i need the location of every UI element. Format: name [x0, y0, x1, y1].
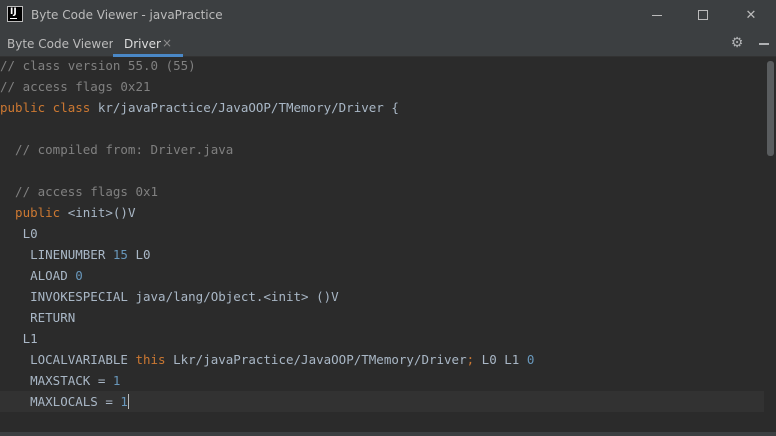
- tab-close-icon[interactable]: ×: [162, 36, 172, 50]
- code-token: // access flags 0x21: [0, 79, 151, 94]
- code-token: L0: [0, 226, 38, 241]
- code-token: this: [135, 352, 166, 367]
- code-token: Lkr/javaPractice/JavaOOP/TMemory/Driver: [165, 352, 467, 367]
- code-token: public: [0, 205, 61, 220]
- code-token: 1: [120, 394, 128, 409]
- byte-code-viewer-toolbar: Byte Code Viewer: Driver × ⚙: [0, 30, 776, 57]
- minimize-icon: [652, 14, 662, 16]
- code-line: INVOKESPECIAL java/lang/Object.<init> ()…: [0, 286, 339, 307]
- close-icon: ✕: [745, 7, 757, 23]
- scrollbar-thumb[interactable]: [767, 61, 774, 156]
- code-token: // class version 55.0 (55): [0, 58, 196, 73]
- code-token: INVOKESPECIAL java/lang/Object.<init> ()…: [0, 289, 339, 304]
- code-token: public class: [0, 100, 91, 115]
- bytecode-editor[interactable]: // class version 55.0 (55) // access flag…: [0, 57, 776, 436]
- code-token: MAXLOCALS =: [0, 394, 121, 409]
- code-line: MAXSTACK = 1: [0, 370, 120, 391]
- intellij-app-icon: IJ: [7, 6, 23, 22]
- code-line: L0: [0, 223, 38, 244]
- minimize-button[interactable]: [634, 0, 680, 30]
- code-token: // compiled from: Driver.java: [0, 142, 234, 157]
- close-button[interactable]: ✕: [728, 0, 774, 30]
- code-token: 15: [112, 247, 128, 262]
- code-token: LINENUMBER: [0, 247, 113, 262]
- code-line: // access flags 0x1: [0, 181, 158, 202]
- code-token: ALOAD: [0, 268, 76, 283]
- hide-panel-icon[interactable]: [757, 35, 771, 51]
- tab-driver[interactable]: Driver ×: [113, 30, 183, 57]
- tool-window-label: Byte Code Viewer:: [7, 37, 118, 51]
- title-bar: IJ Byte Code Viewer - javaPractice ✕: [0, 0, 776, 30]
- code-token: L0: [127, 247, 151, 262]
- code-token: // access flags 0x1: [0, 184, 159, 199]
- code-token: RETURN: [0, 310, 76, 325]
- code-line: L1: [0, 328, 38, 349]
- code-line: LOCALVARIABLE this Lkr/javaPractice/Java…: [0, 349, 534, 370]
- vertical-scrollbar[interactable]: [764, 57, 776, 436]
- maximize-button[interactable]: [680, 0, 726, 30]
- code-token: MAXSTACK =: [0, 373, 113, 388]
- code-token: 0: [526, 352, 535, 367]
- code-line: RETURN: [0, 307, 75, 328]
- app-icon-text: IJ: [10, 7, 17, 17]
- code-line: LINENUMBER 15 L0: [0, 244, 151, 265]
- maximize-icon: [698, 10, 708, 20]
- code-token: L0 L1: [474, 352, 527, 367]
- code-line: // compiled from: Driver.java: [0, 139, 233, 160]
- status-strip: [0, 432, 776, 436]
- code-token: L1: [0, 331, 38, 346]
- code-line: public class kr/javaPractice/JavaOOP/TMe…: [0, 97, 399, 118]
- gear-icon[interactable]: ⚙: [729, 35, 745, 51]
- code-token: 0: [75, 268, 83, 283]
- code-line: public <init>()V: [0, 202, 135, 223]
- text-caret: [127, 394, 129, 409]
- code-token: <init>()V: [60, 205, 136, 220]
- window-title: Byte Code Viewer - javaPractice: [31, 8, 223, 22]
- code-line: // access flags 0x21: [0, 76, 151, 97]
- code-token: 1: [112, 373, 121, 388]
- code-token: kr/javaPractice/JavaOOP/TMemory/Driver {: [90, 100, 399, 115]
- code-line: ALOAD 0: [0, 265, 83, 286]
- code-token: LOCALVARIABLE: [0, 352, 136, 367]
- tab-driver-label: Driver: [124, 37, 161, 51]
- code-line: // class version 55.0 (55): [0, 55, 196, 76]
- code-token: ;: [466, 352, 475, 367]
- code-line: MAXLOCALS = 1: [0, 391, 764, 412]
